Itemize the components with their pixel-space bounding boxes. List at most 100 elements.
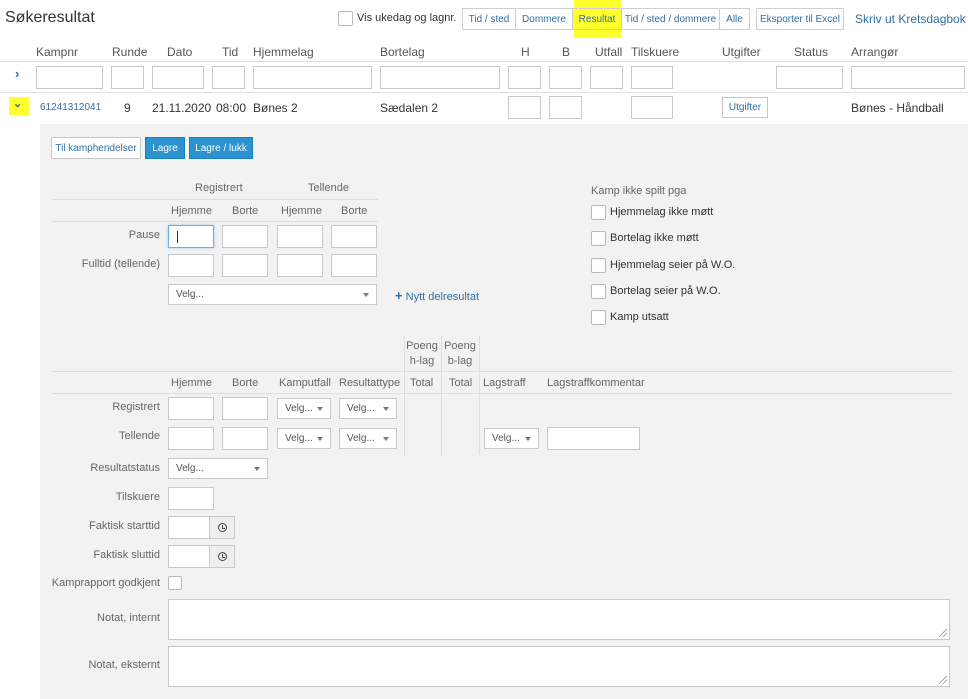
new-partial-result-label: Nytt delresultat [405,291,480,303]
clock-icon [217,523,227,532]
pause-home-input[interactable] [168,225,214,248]
new-partial-result-link[interactable]: + Nytt delresultat [395,288,479,303]
caret-down-icon [363,293,369,297]
not-played-checkbox-1[interactable] [591,205,606,220]
match-h-input[interactable] [508,96,541,119]
export-excel-button[interactable]: Eksporter til Excel [756,8,844,30]
partial-result-select[interactable]: Velg... [168,284,377,305]
filter-utfall[interactable] [590,66,623,89]
report-approved-label: Kamprapport godkjent [51,577,160,589]
resize-grip-icon[interactable] [939,629,947,637]
pause-home-counting-input[interactable] [277,225,323,248]
caret-down-icon [383,407,389,411]
filter-status[interactable] [776,66,843,89]
points-registered-away-input[interactable] [222,397,268,420]
note-internal-textarea[interactable] [168,599,950,640]
tab-alle[interactable]: Alle [719,8,750,30]
tab-tid-sted[interactable]: Tid / sted [462,8,516,30]
counting-resultattype-value: Velg... [347,433,375,444]
fulltime-home-counting-input[interactable] [277,254,323,277]
events-button[interactable]: Til kamphendelser [51,137,141,159]
actual-start-clock-button[interactable] [209,516,235,539]
print-dagbok-label: Skriv ut Kretsdagbok [855,12,966,26]
match-arrangor: Bønes - Håndball [851,101,944,115]
filter-tid[interactable] [212,66,245,89]
points-registered-home-input[interactable] [168,397,214,420]
counting-kamputfall-value: Velg... [285,433,313,444]
col-utgifter[interactable]: Utgifter [722,45,761,59]
match-kampnr-link[interactable]: 61241312041 [40,102,101,113]
spectators-input[interactable] [168,487,214,510]
filter-hjemmelag[interactable] [253,66,372,89]
registered-kamputfall-value: Velg... [285,403,313,414]
filter-arrangor[interactable] [851,66,965,89]
col-bortelag[interactable]: Bortelag [380,45,425,59]
show-weekday-label: Vis ukedag og lagnr. [357,12,457,24]
save-button[interactable]: Lagre [145,137,185,159]
not-played-checkbox-4[interactable] [591,284,606,299]
print-dagbok-link[interactable]: Skriv ut Kretsdagbok ▼ [855,12,968,26]
chevron-down-icon[interactable]: ⌄ [13,97,22,110]
counting-resultattype-select[interactable]: Velg... [339,428,397,449]
col-kampnr[interactable]: Kampnr [36,45,78,59]
highlight-mark-tab [574,0,621,8]
actual-end-input[interactable] [168,545,210,568]
note-external-textarea[interactable] [168,646,950,687]
lagstraffkommentar-input[interactable] [547,427,640,450]
not-played-checkbox-5[interactable] [591,310,606,325]
match-hjemmelag: Bønes 2 [253,101,298,115]
col-runde[interactable]: Runde [112,45,147,59]
col-b[interactable]: B [562,45,570,59]
filter-tilskuere[interactable] [631,66,673,89]
col-hjemmelag[interactable]: Hjemmelag [253,45,314,59]
save-close-button[interactable]: Lagre / lukk [189,137,253,159]
col-arrangor[interactable]: Arrangør [851,45,898,59]
registered-resultattype-select[interactable]: Velg... [339,398,397,419]
col-h[interactable]: H [521,45,530,59]
points-divider-1 [404,336,405,455]
col-utfall[interactable]: Utfall [595,45,622,59]
match-tilskuere-input[interactable] [631,96,673,119]
not-played-checkbox-3[interactable] [591,258,606,273]
actual-end-clock-button[interactable] [209,545,235,568]
actual-end-label: Faktisk sluttid [93,549,160,561]
header-divider [0,61,968,62]
match-b-input[interactable] [549,96,582,119]
chevron-right-icon[interactable]: › [15,66,19,81]
tab-dommere[interactable]: Dommere [515,8,573,30]
counting-kamputfall-select[interactable]: Velg... [277,428,331,449]
points-col-resultattype: Resultattype [339,377,401,389]
show-weekday-checkbox[interactable] [338,11,353,26]
fulltime-away-input[interactable] [222,254,268,277]
not-played-checkbox-2[interactable] [591,231,606,246]
report-approved-checkbox[interactable] [168,576,182,590]
actual-start-input[interactable] [168,516,210,539]
col-tid[interactable]: Tid [222,45,238,59]
result-status-label: Resultatstatus [90,462,160,474]
pause-away-counting-input[interactable] [331,225,377,248]
tab-tid-sted-dommere[interactable]: Tid / sted / dommere [621,8,720,30]
filter-b[interactable] [549,66,582,89]
plus-icon: + [395,288,403,303]
filter-runde[interactable] [111,66,144,89]
result-status-select[interactable]: Velg... [168,458,268,479]
points-header-divider [52,393,953,394]
lagstraff-select[interactable]: Velg... [484,428,539,449]
utgifter-button[interactable]: Utgifter [722,97,768,118]
col-status[interactable]: Status [794,45,828,59]
points-counting-away-input[interactable] [222,427,268,450]
fulltime-away-counting-input[interactable] [331,254,377,277]
filter-bortelag[interactable] [380,66,500,89]
text-caret [177,231,178,243]
fulltime-home-input[interactable] [168,254,214,277]
pause-away-input[interactable] [222,225,268,248]
filter-dato[interactable] [152,66,204,89]
tab-resultat[interactable]: Resultat [572,8,622,30]
resize-grip-icon[interactable] [939,676,947,684]
registered-kamputfall-select[interactable]: Velg... [277,398,331,419]
filter-h[interactable] [508,66,541,89]
col-dato[interactable]: Dato [167,45,192,59]
points-counting-home-input[interactable] [168,427,214,450]
filter-kampnr[interactable] [36,66,103,89]
col-tilskuere[interactable]: Tilskuere [631,45,679,59]
